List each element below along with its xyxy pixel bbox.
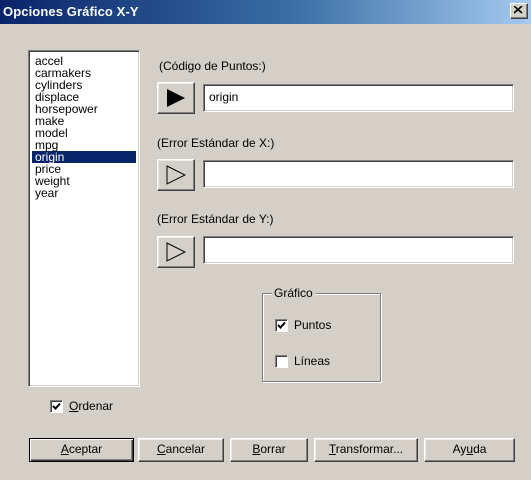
point-code-field[interactable]: origin: [203, 84, 514, 112]
cancel-label: ancelar: [165, 442, 206, 456]
sort-label: Ordenar: [69, 399, 114, 413]
transform-label: ransformar...: [335, 442, 404, 456]
point-code-arrow-button[interactable]: [157, 82, 195, 114]
window-title: Opciones Gráfico X-Y: [3, 4, 139, 19]
points-label: Puntos: [294, 318, 332, 332]
x-error-arrow-button[interactable]: [157, 159, 195, 191]
point-code-label: (Código de Puntos:): [159, 59, 266, 73]
point-code-value: origin: [209, 90, 239, 104]
outline-right-triangle-icon: [166, 165, 186, 185]
close-icon: [514, 6, 523, 14]
outline-right-triangle-icon: [166, 242, 186, 262]
title-bar: Opciones Gráfico X-Y: [0, 0, 531, 24]
checkmark-icon: [277, 321, 286, 329]
help-label: da: [473, 442, 487, 456]
transform-mnemonic: T: [328, 442, 336, 456]
accept-button[interactable]: Aceptar: [29, 438, 134, 462]
transform-button[interactable]: Transformar...: [314, 438, 418, 462]
lines-label: Líneas: [294, 354, 331, 368]
close-button[interactable]: [510, 3, 528, 19]
help-label-pre: Ay: [452, 442, 467, 456]
sort-checkbox-row[interactable]: Ordenar: [50, 399, 113, 413]
x-error-field[interactable]: [203, 160, 514, 188]
points-checkbox-row[interactable]: Puntos: [275, 318, 331, 332]
y-error-field[interactable]: [203, 236, 514, 264]
variable-list[interactable]: accel carmakers cylinders displace horsepowe…: [28, 50, 140, 387]
clear-button[interactable]: Borrar: [230, 438, 308, 462]
lines-checkbox-row[interactable]: Líneas: [275, 354, 330, 368]
filled-right-triangle-icon: [167, 89, 185, 107]
points-checkbox[interactable]: [275, 318, 288, 332]
y-error-label: (Error Estándar de Y:): [157, 212, 274, 226]
sort-checkbox[interactable]: [50, 399, 63, 413]
accept-mnemonic: A: [60, 442, 69, 456]
cancel-button[interactable]: Cancelar: [138, 438, 224, 462]
clear-label: orrar: [260, 442, 286, 456]
x-error-label: (Error Estándar de X:): [157, 136, 275, 150]
help-button[interactable]: Ayuda: [424, 438, 515, 462]
graph-group-title: Gráfico: [272, 286, 315, 300]
accept-label: ceptar: [68, 442, 103, 456]
variable-list-items: accel carmakers cylinders displace horsepowe…: [32, 55, 136, 199]
y-error-arrow-button[interactable]: [157, 236, 195, 268]
lines-checkbox[interactable]: [275, 354, 288, 368]
list-item[interactable]: year: [32, 187, 136, 199]
graph-groupbox: [262, 293, 381, 382]
cancel-mnemonic: C: [156, 442, 166, 456]
checkmark-icon: [52, 402, 61, 410]
